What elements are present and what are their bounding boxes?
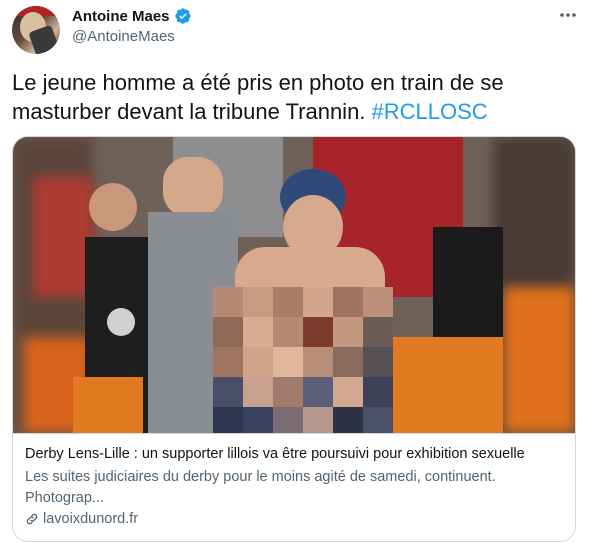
card-description: Les suites judiciaires du derby pour le … bbox=[25, 469, 496, 506]
author-handle[interactable]: @AntoineMaes bbox=[72, 28, 175, 45]
card-domain[interactable]: lavoixdunord.fr bbox=[43, 511, 138, 527]
more-options-icon[interactable] bbox=[558, 10, 578, 20]
hashtag-link[interactable]: #RCLLOSC bbox=[372, 99, 488, 124]
card-body[interactable]: Derby Lens-Lille : un supporter lillois … bbox=[13, 433, 575, 541]
author-name[interactable]: Antoine Maes bbox=[72, 8, 170, 25]
link-icon bbox=[26, 513, 38, 525]
card-image-scene bbox=[13, 137, 575, 433]
card-image[interactable] bbox=[13, 137, 575, 433]
card-title[interactable]: Derby Lens-Lille : un supporter lillois … bbox=[25, 446, 525, 462]
tweet[interactable]: Antoine Maes @AntoineMaes Le jeune homme… bbox=[0, 0, 615, 551]
tweet-text: Le jeune homme a été pris en photo en tr… bbox=[12, 68, 592, 126]
avatar[interactable] bbox=[12, 6, 60, 54]
link-card[interactable]: Derby Lens-Lille : un supporter lillois … bbox=[12, 136, 576, 542]
author-name-row[interactable]: Antoine Maes bbox=[72, 7, 192, 25]
card-domain-row[interactable]: lavoixdunord.fr bbox=[25, 511, 138, 527]
verified-badge-icon bbox=[174, 8, 191, 24]
